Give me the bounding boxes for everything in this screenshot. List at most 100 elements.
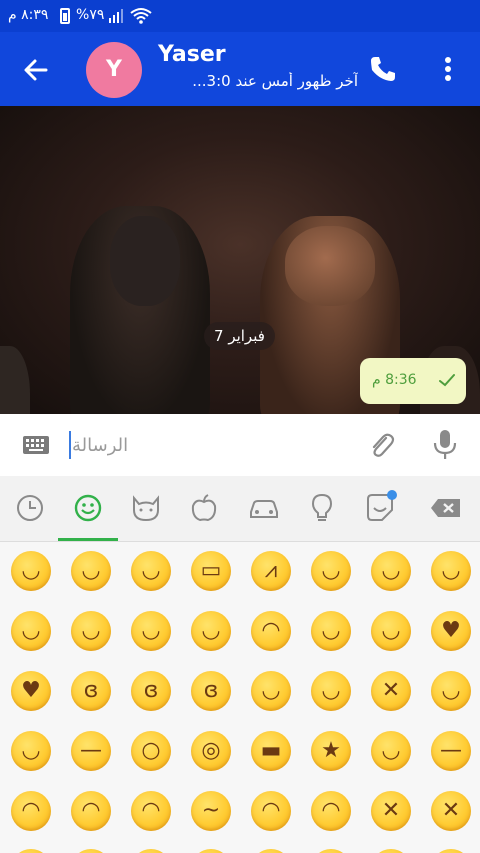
emoji-partial[interactable] [370, 848, 412, 853]
emoji-laughing[interactable]: ⩘ [250, 550, 292, 592]
attach-paperclip-icon[interactable] [366, 430, 396, 460]
apple-icon[interactable] [186, 490, 222, 526]
emoji-mouth-icon: ○ [141, 738, 161, 763]
emoji-raised-eyebrow[interactable]: — [70, 730, 112, 772]
emoji-partial[interactable] [130, 848, 172, 853]
emoji-mouth-icon: ◠ [261, 618, 281, 643]
emoji-wink[interactable]: ◡ [310, 610, 352, 652]
more-options-icon[interactable] [436, 54, 460, 84]
keyboard-icon[interactable] [22, 434, 50, 456]
contact-avatar[interactable]: Y [86, 42, 142, 98]
wallpaper-figure [110, 216, 180, 306]
emoji-tongue[interactable]: ◡ [310, 670, 352, 712]
lightbulb-icon[interactable] [304, 490, 340, 526]
outgoing-message-bubble[interactable]: 8:36 م [360, 358, 466, 404]
emoji-sweat-smile[interactable]: ◡ [310, 550, 352, 592]
emoji-kissing-closed-eyes[interactable]: ɞ [190, 670, 232, 712]
emoji-rofl[interactable]: ◡ [430, 550, 472, 592]
emoji-mouth-icon: ◡ [441, 678, 461, 703]
status-bar: ٨:٣٩ م %٧٩ [0, 0, 480, 32]
emoji-mouth-icon: — [440, 738, 462, 763]
emoji-face-icon [71, 849, 111, 853]
emoji-smile[interactable]: ◡ [130, 550, 172, 592]
emoji-mouth-icon: ◡ [381, 558, 401, 583]
emoji-innocent[interactable]: ◡ [130, 610, 172, 652]
emoji-confused[interactable]: ~ [190, 790, 232, 832]
emoji-worried[interactable]: ◠ [130, 790, 172, 832]
backspace-icon[interactable] [428, 490, 464, 526]
emoji-zany[interactable]: ◡ [10, 730, 52, 772]
sticker-icon[interactable] [362, 490, 398, 526]
emoji-sunglasses[interactable]: ▬ [250, 730, 292, 772]
emoji-kissing[interactable]: ɞ [70, 670, 112, 712]
emoji-relaxed[interactable]: ◡ [10, 610, 52, 652]
wallpaper-figure [0, 346, 30, 414]
emoji-monocle[interactable]: ○ [130, 730, 172, 772]
emoji-face-icon [191, 849, 231, 853]
emoji-yum[interactable]: ◡ [250, 670, 292, 712]
emoji-slightly-smiling[interactable]: ◡ [190, 610, 232, 652]
emoji-mouth-icon: ▭ [200, 558, 222, 583]
emoji-unamused[interactable]: — [430, 730, 472, 772]
emoji-slightly-frowning[interactable]: ◠ [250, 790, 292, 832]
emoji-nerd[interactable]: ◎ [190, 730, 232, 772]
emoji-star-struck[interactable]: ★ [310, 730, 352, 772]
emoji-kissing-smiling-eyes[interactable]: ɞ [130, 670, 172, 712]
emoji-partial[interactable] [190, 848, 232, 853]
emoji-mouth-icon: ◡ [21, 558, 41, 583]
emoji-mouth-icon: ◡ [321, 678, 341, 703]
message-time: 8:36 م [372, 372, 417, 388]
car-icon[interactable] [246, 490, 282, 526]
emoji-winking-tongue[interactable]: ◡ [430, 670, 472, 712]
emoji-heart-eyes[interactable]: ♥ [430, 610, 472, 652]
emoji-mouth-icon: ◡ [381, 618, 401, 643]
signal-icon [109, 9, 123, 23]
emoji-partial[interactable] [250, 848, 292, 853]
microphone-icon[interactable] [432, 428, 458, 462]
emoji-pensive[interactable]: ◠ [70, 790, 112, 832]
smiley-icon[interactable] [70, 490, 106, 526]
emoji-frowning[interactable]: ◠ [310, 790, 352, 832]
sent-check-icon [439, 374, 455, 387]
emoji-mouth-icon: ◠ [141, 798, 161, 823]
back-arrow-icon[interactable] [20, 54, 52, 86]
emoji-confounded[interactable]: ✕ [430, 790, 472, 832]
emoji-partial[interactable] [70, 848, 112, 853]
emoji-partial[interactable] [310, 848, 352, 853]
emoji-kissing-heart[interactable]: ♥ [10, 670, 52, 712]
emoji-disappointed[interactable]: ◠ [10, 790, 52, 832]
emoji-face-icon [251, 849, 291, 853]
emoji-face-icon [131, 849, 171, 853]
emoji-mouth-icon: ◎ [201, 738, 221, 763]
emoji-mouth-icon: ♥ [441, 618, 461, 643]
emoji-grinning[interactable]: ◡ [10, 550, 52, 592]
emoji-smiley[interactable]: ◡ [70, 550, 112, 592]
message-input[interactable] [72, 428, 352, 462]
chat-background: فبراير 7 8:36 م [0, 106, 480, 414]
emoji-face-icon [431, 849, 471, 853]
emoji-persevering[interactable]: ✕ [370, 790, 412, 832]
emoji-upside-down[interactable]: ◠ [250, 610, 292, 652]
clock-icon[interactable] [12, 490, 48, 526]
cat-icon[interactable] [128, 490, 164, 526]
emoji-mouth-icon: ▬ [260, 738, 282, 763]
emoji-partial[interactable] [10, 848, 52, 853]
emoji-grin[interactable]: ▭ [190, 550, 232, 592]
emoji-category-tabs [0, 476, 480, 542]
emoji-mouth-icon: ◡ [321, 618, 341, 643]
emoji-blush[interactable]: ◡ [70, 610, 112, 652]
emoji-partial[interactable] [430, 848, 472, 853]
emoji-mouth-icon: ⩘ [264, 558, 278, 583]
emoji-joy[interactable]: ◡ [370, 550, 412, 592]
phone-call-icon[interactable] [368, 54, 398, 84]
emoji-mouth-icon: ◡ [261, 678, 281, 703]
contact-name[interactable]: Yaser [158, 42, 226, 67]
emoji-smirk[interactable]: ◡ [370, 730, 412, 772]
emoji-mouth-icon: ◡ [81, 618, 101, 643]
emoji-relieved[interactable]: ◡ [370, 610, 412, 652]
chat-header: Y Yaser آخر ظهور أمس عند 3:0... [0, 32, 480, 106]
last-seen-status: آخر ظهور أمس عند 3:0... [192, 72, 358, 90]
emoji-face-icon [11, 849, 51, 853]
emoji-squinting-tongue[interactable]: ✕ [370, 670, 412, 712]
emoji-mouth-icon: ◡ [381, 738, 401, 763]
